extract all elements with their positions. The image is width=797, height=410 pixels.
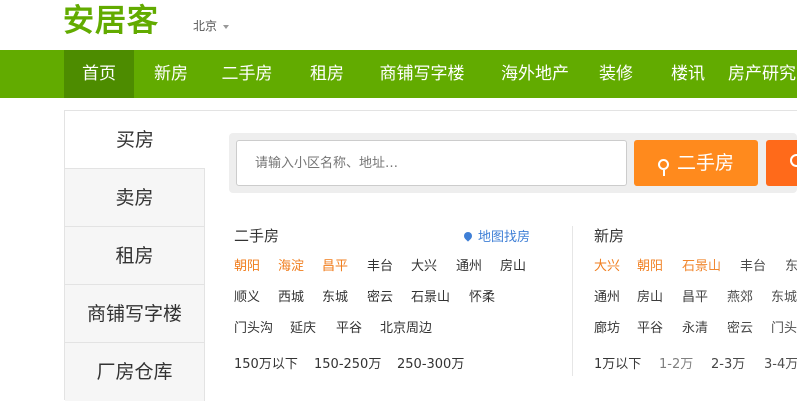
district-link[interactable]: 大兴 [411, 255, 437, 274]
district-link[interactable]: 延庆 [290, 317, 316, 336]
city-selector[interactable]: 北京 [193, 17, 230, 34]
search-input[interactable] [236, 140, 627, 186]
search-button-label: 二手房 [676, 152, 734, 174]
nav-decoration[interactable]: 装修 [592, 50, 640, 98]
menu-sell[interactable]: 卖房 [65, 169, 205, 227]
district-link[interactable]: 平谷 [637, 317, 663, 336]
district-link[interactable]: 昌平 [682, 286, 708, 305]
district-link[interactable]: 门头沟 [234, 317, 273, 336]
district-link[interactable]: 东城 [322, 286, 348, 305]
district-link[interactable]: 西城 [278, 286, 304, 305]
menu-commercial[interactable]: 商铺写字楼 [65, 285, 205, 343]
district-link[interactable]: 通州 [456, 255, 482, 274]
map-search-label: 地图找房 [478, 230, 531, 245]
site-logo[interactable]: 安居客 [63, 2, 159, 40]
nav-research[interactable]: 房产研究 [728, 50, 797, 98]
menu-factory-warehouse[interactable]: 厂房仓库 [65, 343, 205, 401]
district-link[interactable]: 房山 [637, 286, 663, 305]
district-link[interactable]: 门头 [771, 317, 797, 336]
side-menu: 买房 卖房 租房 商铺写字楼 厂房仓库 [64, 110, 205, 401]
district-link[interactable]: 朝阳 [234, 255, 260, 274]
price-link[interactable]: 150万以下 [234, 353, 298, 372]
main-nav: 首页 新房 二手房 租房 商铺写字楼 海外地产 装修 楼讯 房产研究 [0, 50, 797, 98]
nav-second-hand[interactable]: 二手房 [212, 50, 282, 98]
district-link[interactable]: 密云 [727, 317, 753, 336]
district-link[interactable]: 大兴 [594, 255, 620, 274]
price-link[interactable]: 1-2万 [659, 353, 693, 372]
district-link[interactable]: 通州 [594, 286, 620, 305]
nav-overseas[interactable]: 海外地产 [490, 50, 580, 98]
district-link[interactable]: 石景山 [682, 255, 721, 274]
nav-news[interactable]: 楼讯 [658, 50, 718, 98]
price-link[interactable]: 2-3万 [711, 353, 745, 372]
district-link[interactable]: 燕郊 [727, 286, 753, 305]
price-link[interactable]: 150-250万 [314, 353, 381, 372]
district-link[interactable]: 永清 [682, 317, 708, 336]
top-bar: 安居客 北京 [0, 0, 797, 50]
section-divider [572, 226, 573, 376]
district-link[interactable]: 朝阳 [637, 255, 663, 274]
price-link[interactable]: 3-4万 [764, 353, 797, 372]
district-link[interactable]: 密云 [367, 286, 393, 305]
search-icon [790, 154, 797, 167]
district-link[interactable]: 廊坊 [594, 317, 620, 336]
district-link[interactable]: 东城 [785, 255, 797, 274]
district-link[interactable]: 丰台 [740, 255, 766, 274]
second-hand-title: 二手房 [234, 227, 280, 245]
price-link[interactable]: 250-300万 [397, 353, 464, 372]
nav-commercial[interactable]: 商铺写字楼 [370, 50, 474, 98]
district-link[interactable]: 东城 [771, 286, 797, 305]
district-link[interactable]: 怀柔 [469, 286, 495, 305]
district-link[interactable]: 丰台 [367, 255, 393, 274]
district-link[interactable]: 昌平 [322, 255, 348, 274]
district-link[interactable]: 海淀 [278, 255, 304, 274]
district-link[interactable]: 顺义 [234, 286, 260, 305]
nav-home[interactable]: 首页 [64, 50, 134, 98]
city-label: 北京 [193, 19, 218, 33]
nav-new-homes[interactable]: 新房 [140, 50, 202, 98]
search-second-hand-button[interactable]: 二手房 [634, 140, 758, 186]
menu-buy[interactable]: 买房 [65, 111, 205, 169]
district-link[interactable]: 平谷 [336, 317, 362, 336]
district-link[interactable]: 石景山 [411, 286, 450, 305]
map-search-link[interactable]: 地图找房 [462, 226, 531, 245]
district-link[interactable]: 房山 [500, 255, 526, 274]
search-new-homes-button[interactable] [766, 140, 797, 186]
menu-rent[interactable]: 租房 [65, 227, 205, 285]
district-link[interactable]: 北京周边 [380, 317, 432, 336]
search-icon [657, 159, 669, 176]
map-pin-icon [462, 230, 474, 242]
new-homes-title: 新房 [594, 227, 625, 245]
chevron-down-icon [223, 24, 230, 29]
price-link[interactable]: 1万以下 [594, 353, 641, 372]
nav-rent[interactable]: 租房 [296, 50, 358, 98]
